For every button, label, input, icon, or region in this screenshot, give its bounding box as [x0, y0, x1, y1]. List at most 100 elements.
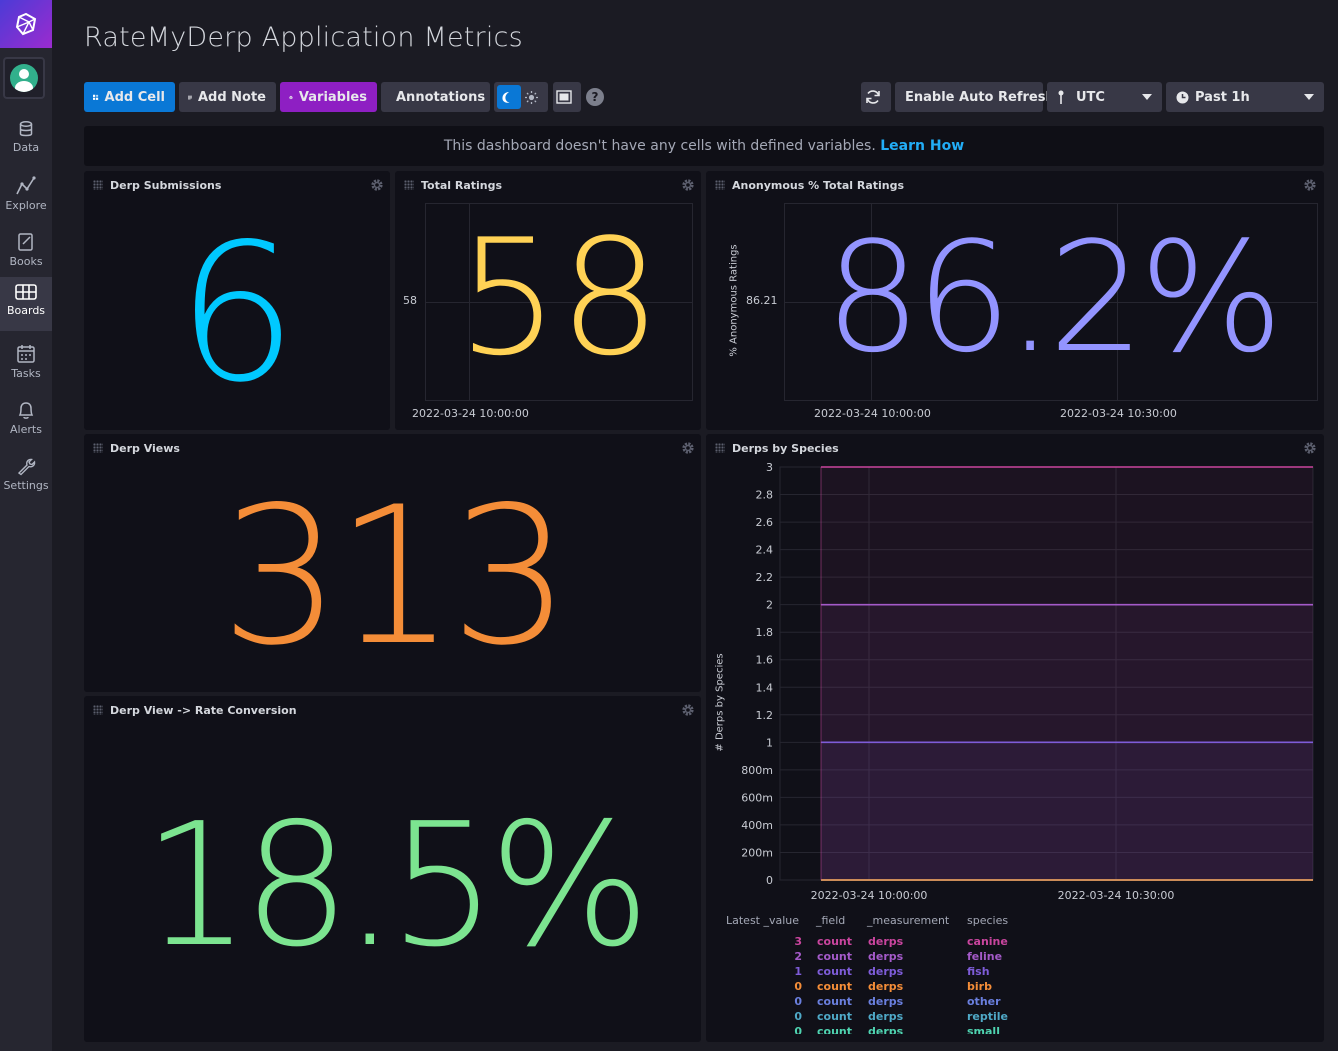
cell-total-ratings: Total Ratings 58 2022-03-24 10:00:00 58	[395, 171, 701, 430]
add-cell-icon	[93, 94, 99, 100]
auto-refresh-button[interactable]: Enable Auto Refresh	[895, 82, 1055, 112]
add-note-button[interactable]: Add Note	[179, 82, 276, 112]
y-tick-label: 2.4	[756, 544, 774, 557]
refresh-icon	[866, 90, 880, 104]
explore-icon	[16, 176, 36, 195]
page-title[interactable]: RateMyDerp Application Metrics	[84, 22, 523, 53]
gear-icon[interactable]	[681, 441, 695, 455]
legend-cell-value: 0	[794, 995, 802, 1008]
cube-icon	[289, 95, 293, 99]
nav-label: Books	[9, 255, 43, 268]
y-tick-label: 800m	[741, 764, 773, 777]
nav-item-boards[interactable]: Boards	[0, 277, 52, 331]
cell-derp-views: Derp Views 313	[84, 434, 701, 692]
legend-cell-value: 1	[794, 965, 802, 978]
calendar-icon	[17, 345, 35, 363]
timezone-dropdown[interactable]: UTC	[1047, 82, 1162, 112]
banner-text: This dashboard doesn't have any cells wi…	[443, 138, 876, 154]
drag-handle-icon[interactable]	[404, 180, 414, 190]
legend-cell-measurement: derps	[868, 1010, 904, 1023]
bell-icon	[18, 402, 34, 419]
dashboard-icon	[15, 284, 37, 300]
cell-title: Derp View -> Rate Conversion	[110, 704, 297, 717]
notebook-icon	[18, 233, 33, 251]
user-avatar[interactable]	[3, 57, 45, 99]
legend-cell-measurement: derps	[868, 965, 904, 978]
x-tick-label: 2022-03-24 10:00:00	[412, 407, 529, 420]
legend-cell-field: count	[817, 995, 852, 1008]
nav-label: Tasks	[11, 367, 41, 380]
auto-refresh-label: Enable Auto Refresh	[905, 89, 1055, 105]
x-tick-label: 2022-03-24 10:00:00	[811, 889, 928, 902]
nav-item-data[interactable]: Data	[0, 114, 52, 168]
add-note-label: Add Note	[197, 89, 266, 105]
annotations-label: Annotations	[396, 89, 486, 105]
y-tick-label: 1.2	[756, 709, 774, 722]
legend-cell-measurement: derps	[868, 950, 904, 963]
gear-icon[interactable]	[370, 178, 384, 192]
y-tick-label: 200m	[741, 846, 773, 859]
add-cell-button[interactable]: Add Cell	[84, 82, 175, 112]
database-icon	[19, 121, 33, 137]
gear-icon[interactable]	[1303, 178, 1317, 192]
species-chart: 0 200m 400m 600m 800m 1 1.2 1.4 1.6 1.8 2 2.2 2.4 2.6…	[741, 461, 1314, 902]
y-tick-label: 86.21	[746, 294, 778, 307]
variables-button[interactable]: Variables	[280, 82, 377, 112]
drag-handle-icon[interactable]	[93, 443, 103, 453]
left-nav: Data Explore Books Boards Tasks Alerts S…	[0, 0, 52, 1051]
help-icon[interactable]: ?	[586, 88, 604, 106]
learn-how-link[interactable]: Learn How	[880, 138, 964, 154]
single-stat-value: 86.2%	[824, 209, 1284, 386]
drag-handle-icon[interactable]	[93, 705, 103, 715]
add-cell-label: Add Cell	[104, 89, 165, 105]
nav-label: Explore	[5, 199, 47, 212]
nav-item-alerts[interactable]: Alerts	[0, 394, 52, 448]
legend-header: species	[967, 914, 1009, 927]
presentation-mode-button[interactable]	[553, 82, 581, 112]
legend-cell-value: 2	[794, 950, 802, 963]
sun-icon	[524, 90, 538, 104]
nav-item-explore[interactable]: Explore	[0, 170, 52, 224]
y-tick-label: 2	[766, 599, 773, 612]
y-axis-label: % Anonymous Ratings	[728, 244, 740, 357]
light-mode-option[interactable]	[523, 85, 545, 109]
nav-item-settings[interactable]: Settings	[0, 450, 52, 504]
y-tick-label: 1.6	[756, 654, 774, 667]
gear-icon[interactable]	[681, 178, 695, 192]
legend-cell-measurement: derps	[868, 980, 904, 993]
chart-legend: Latest _value _field _measurement specie…	[726, 914, 1026, 1034]
legend-header: _measurement	[867, 914, 950, 927]
legend-header: Latest _value	[726, 914, 800, 927]
theme-toggle[interactable]	[494, 82, 548, 112]
refresh-button[interactable]	[861, 82, 891, 112]
pin-icon	[1058, 90, 1064, 104]
legend-cell-field: count	[817, 950, 852, 963]
legend-cell-value: 0	[794, 980, 802, 993]
legend-cell-value: 3	[794, 935, 802, 948]
drag-handle-icon[interactable]	[93, 180, 103, 190]
nav-label: Data	[12, 141, 40, 154]
nav-item-books[interactable]: Books	[0, 226, 52, 280]
cell-title: Derp Submissions	[110, 179, 222, 192]
gear-icon[interactable]	[681, 703, 695, 717]
time-range-dropdown[interactable]: Past 1h	[1166, 82, 1324, 112]
annotations-button[interactable]: Annotations	[381, 82, 490, 112]
y-tick-label: 2.8	[756, 489, 774, 502]
single-stat-value: 58	[457, 204, 661, 391]
y-tick-label: 600m	[741, 791, 773, 804]
legend-cell-measurement: derps	[868, 935, 904, 948]
x-tick-label: 2022-03-24 10:30:00	[1058, 889, 1175, 902]
single-stat-value: 6	[176, 203, 298, 424]
drag-handle-icon[interactable]	[715, 180, 725, 190]
legend-cell-species: small	[967, 1025, 1000, 1034]
legend-cell-species: birb	[967, 980, 992, 993]
legend-cell-field: count	[817, 935, 852, 948]
influxdb-logo-icon[interactable]	[0, 0, 52, 48]
single-stat-value: 18.5%	[142, 787, 650, 985]
dark-mode-option[interactable]	[497, 85, 521, 109]
legend-cell-species: feline	[967, 950, 1003, 963]
timezone-value: UTC	[1076, 89, 1105, 105]
y-tick-label: 2.2	[756, 571, 774, 584]
legend-header: _field	[816, 914, 846, 927]
nav-item-tasks[interactable]: Tasks	[0, 338, 52, 392]
